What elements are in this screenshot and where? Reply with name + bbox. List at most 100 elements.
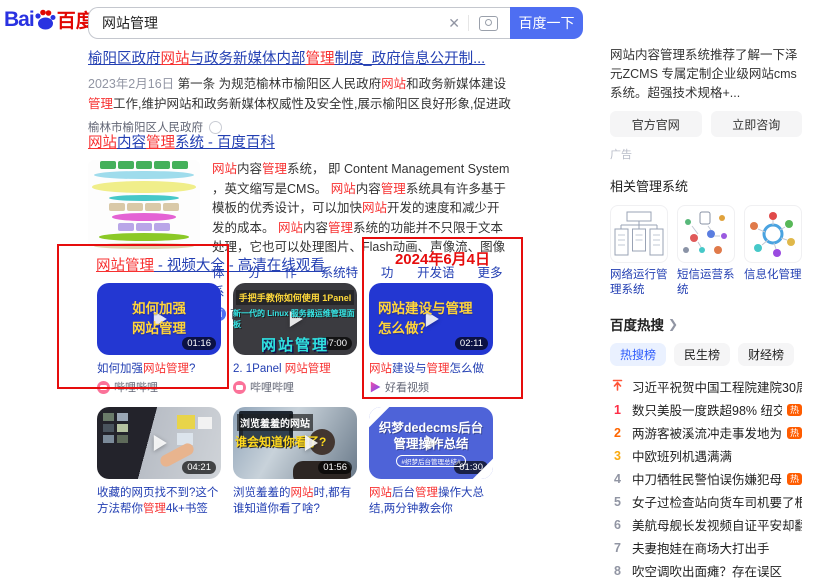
video-card[interactable]: 如何加强 网站管理 01:16 (97, 283, 221, 355)
result-title-link[interactable]: 网站内容管理系统 - 百度百科 (88, 131, 512, 152)
hot-search-item[interactable]: 5女子过检查站向货车司机要了根大葱 (610, 490, 802, 513)
photo-tile (117, 424, 128, 432)
photo-tile (103, 413, 114, 421)
video-caption[interactable]: 如何加强网站管理? (97, 361, 229, 377)
baidu-paw-icon (33, 8, 57, 32)
photo-tile (103, 424, 114, 432)
hot-item-text[interactable]: 两游客被溪流冲走事发地为荒废景区 (632, 423, 782, 442)
text-segment: 网站 (161, 51, 190, 67)
tab-livelihood[interactable]: 民生榜 (674, 343, 730, 366)
baike-description: 网站内容管理系统， 即 Content Management System ，英… (212, 160, 512, 258)
camera-icon[interactable] (479, 16, 498, 31)
video-cover-text: 网站建设与管理 (378, 299, 473, 319)
text-segment: 网站 (212, 162, 237, 176)
hot-item-text[interactable]: 夫妻抱娃在商场大打出手 (632, 538, 770, 557)
search-input[interactable]: 网站管理 (89, 13, 440, 33)
text-segment: 内容 (356, 182, 381, 196)
video-source[interactable]: 哔哩哔哩 (233, 379, 294, 395)
chevron-right-icon[interactable]: ❯ (668, 317, 678, 331)
hot-search-item[interactable]: 8吹空调吹出面瘫？存在误区 (610, 559, 802, 582)
play-icon (305, 435, 318, 451)
baike-thumbnail[interactable] (88, 160, 200, 250)
text-segment: 2023年2月16日 (88, 77, 178, 91)
hot-search-item[interactable]: 习近平祝贺中国工程院建院30周年 (610, 375, 802, 398)
tab-finance[interactable]: 财经榜 (738, 343, 794, 366)
result-title-link[interactable]: 榆阳区政府网站与政务新媒体内部管理制度_政府信息公开制... (88, 47, 512, 68)
video-caption[interactable]: 网站后台管理操作大总结,两分钟教会你 (369, 485, 497, 517)
text-segment: 内容 (303, 221, 328, 235)
ad-text[interactable]: 网站内容管理系统推荐了解一下泽元ZCMS 专属定制企业级网站cms系统。超强技术… (610, 46, 802, 103)
hot-item-text[interactable]: 中刀牺牲民警怕误伤嫌犯母亲未开枪 (632, 469, 782, 488)
video-caption[interactable]: 收藏的网页找不到?这个方法帮你管理4k+书签 (97, 485, 225, 517)
text-segment: 管理 (88, 97, 113, 111)
video-cover-text: 浏览羞羞的网站 (237, 414, 313, 431)
tab-hot-list[interactable]: 热搜榜 (610, 343, 666, 366)
text-segment: 浏览羞羞的 (233, 487, 291, 499)
diagram-boxes (100, 161, 188, 169)
diagram-boxes (109, 203, 179, 211)
bilibili-icon (233, 381, 246, 394)
text-segment: 管理 (415, 487, 438, 499)
hot-search-item[interactable]: 1数只美股一度跌超98% 纽交所回应热 (610, 398, 802, 421)
text-segment: 管理 (328, 221, 353, 235)
related-item-label[interactable]: 网络运行管理系统 (610, 268, 668, 298)
hot-search-item[interactable]: 7 夫妻抱娃在商场大打出手 (610, 536, 802, 559)
hot-search-item[interactable]: 2两游客被溪流冲走事发地为荒废景区热 (610, 421, 802, 444)
duration-badge: 01:56 (318, 461, 352, 474)
photo-tile (117, 435, 128, 443)
clear-icon[interactable]: ✕ (440, 15, 468, 32)
hot-item-text[interactable]: 中欧班列机遇满满 (632, 446, 732, 465)
related-item-label[interactable]: 信息化管理 (744, 268, 802, 283)
hot-search-item[interactable]: 4中刀牺牲民警怕误伤嫌犯母亲未开枪热 (610, 467, 802, 490)
video-caption[interactable]: 2. 1Panel 网站管理 (233, 361, 365, 377)
text-segment: 网站 (88, 135, 117, 151)
hot-rank: 7 (610, 541, 625, 555)
text-segment: 网站 (331, 182, 356, 196)
result-snippet: 2023年2月16日 第一条 为规范榆林市榆阳区人民政府网站和政务新媒体建设管理… (88, 74, 512, 114)
hot-item-text[interactable]: 数只美股一度跌超98% 纽交所回应 (632, 400, 782, 419)
diagram-layer (112, 213, 176, 221)
hot-item-text[interactable]: 女子过检查站向货车司机要了根大葱 (632, 492, 802, 511)
text-segment: 网站 (381, 77, 406, 91)
video-card[interactable]: 网站建设与管理 怎么做？ 02:11 (369, 283, 493, 355)
text-segment: 4k+书签 (166, 503, 208, 515)
consult-button[interactable]: 立即咨询 (711, 111, 803, 137)
text-segment: 管理 (143, 503, 166, 515)
ad-label: 广告 (610, 146, 802, 162)
video-source[interactable]: 好看视频 (369, 379, 429, 395)
videos-section-title[interactable]: 网站管理 - 视频大全 - 高清在线观看 (96, 254, 325, 275)
text-segment: 网站管理 (96, 258, 154, 274)
related-item[interactable]: 信息化管理 (744, 205, 802, 298)
diagram-layer (92, 181, 196, 193)
related-item[interactable]: 短信运营系统 (677, 205, 735, 298)
gears-thumbnail (744, 205, 802, 263)
video-source[interactable]: 哔哩哔哩 (97, 379, 158, 395)
hot-search-item[interactable]: 6美航母舰长发视频自证平安却翻车 (610, 513, 802, 536)
hot-search-item[interactable]: 3中欧班列机遇满满 (610, 444, 802, 467)
video-caption[interactable]: 网站建设与管理怎么做 (369, 361, 501, 377)
related-item-label[interactable]: 短信运营系统 (677, 268, 735, 298)
hot-item-text[interactable]: 习近平祝贺中国工程院建院30周年 (632, 377, 802, 396)
hot-rank: 1 (610, 403, 625, 417)
text-segment: 系统 - 百度百科 (175, 135, 275, 151)
search-divider (468, 15, 469, 31)
hot-item-text[interactable]: 吹空调吹出面瘫？存在误区 (632, 561, 782, 580)
related-item[interactable]: 网络运行管理系统 (610, 205, 668, 298)
baidu-logo[interactable]: Bai 百度 (4, 6, 95, 33)
video-card[interactable]: 织梦dedecms后台 管理操作总结 #织梦后台管理总结# 01:30 (369, 407, 493, 479)
video-card[interactable]: 手把手教你如何使用 1Panel 新一代的 Linux 服务器运维管理面板 网站… (233, 283, 357, 355)
official-site-button[interactable]: 官方官网 (610, 111, 702, 137)
result-government: 榆阳区政府网站与政务新媒体内部管理制度_政府信息公开制... 2023年2月16… (88, 47, 512, 135)
video-cover-text: 手把手教你如何使用 1Panel (236, 290, 355, 305)
search-button[interactable]: 百度一下 (510, 7, 583, 39)
duration-badge: 01:16 (182, 337, 216, 350)
duration-badge: 02:11 (455, 337, 488, 350)
photo-tile (177, 415, 195, 429)
video-card[interactable]: 浏览羞羞的网站 谁会知道你看了? 01:56 (233, 407, 357, 479)
video-caption[interactable]: 浏览羞羞的网站时,都有谁知道你看了啥? (233, 485, 361, 517)
diagram-layer (94, 243, 194, 249)
search-box[interactable]: 网站管理 ✕ (88, 7, 510, 39)
hot-search-title[interactable]: 百度热搜 (610, 314, 664, 334)
text-segment: 2. 1Panel (233, 363, 285, 375)
video-card[interactable]: 04:21 (97, 407, 221, 479)
